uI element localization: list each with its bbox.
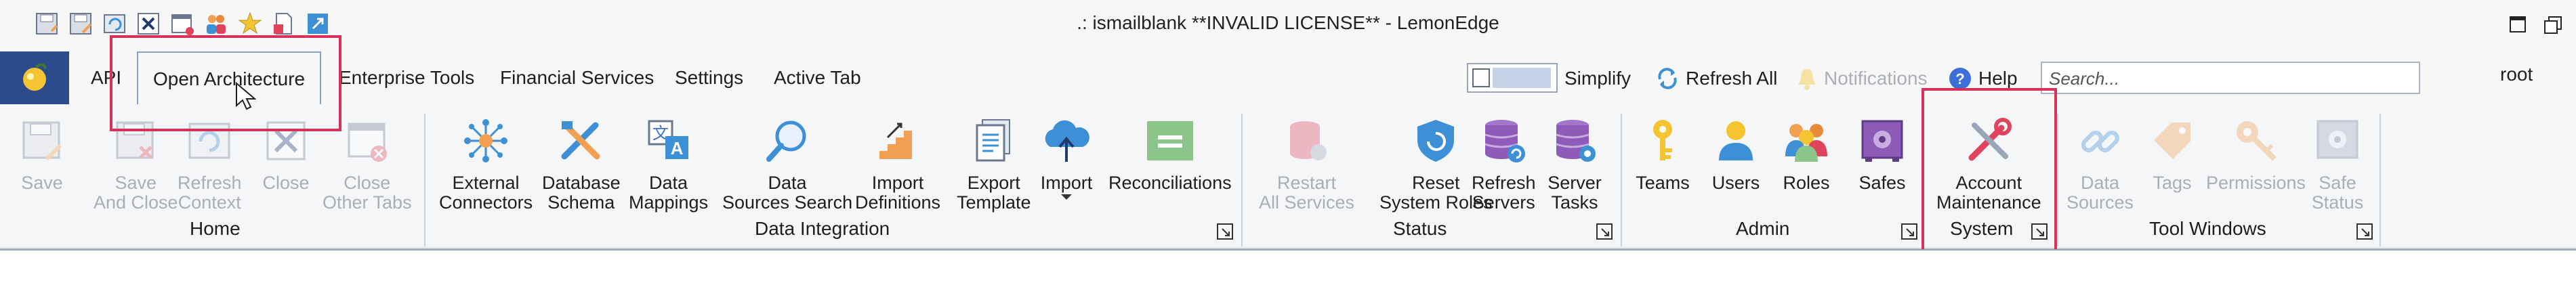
ribbon: Save Save And Close Refresh Context Clos… [0,104,2576,249]
svg-text:A: A [670,138,683,158]
simplify-toggle[interactable] [1467,63,1558,93]
database-schema-button[interactable]: Database Schema [542,112,621,213]
server-tasks-button[interactable]: Server Tasks [1546,112,1603,213]
group-label-tool-windows: Tool Windows [2149,218,2266,239]
cloud-upload-icon [1038,112,1095,169]
user-icon [1707,112,1764,169]
key-icon [1634,112,1691,169]
teams-button[interactable]: Teams [1634,112,1691,193]
stairs-icon [869,112,926,169]
import-dropdown-button[interactable]: Import [1038,112,1095,201]
reconciliations-icon [1142,112,1199,169]
app-menu-button[interactable] [0,51,69,104]
highlight-box-account-maintenance [1921,88,2057,252]
maximize-icon[interactable] [2504,11,2531,38]
database-schema-icon [553,112,610,169]
save-button[interactable]: Save [14,112,70,193]
group-label-admin: Admin [1736,218,1790,239]
lemon-logo-icon [23,63,47,91]
group-separator [424,114,425,246]
external-connectors-icon [457,112,514,169]
bell-icon [1798,69,1816,90]
refresh-all-button[interactable]: Refresh All [1655,64,1777,93]
data-sources-button[interactable]: Data Sources [2066,112,2134,213]
simplify-label: Simplify [1564,68,1632,89]
dialog-launcher-icon[interactable] [1596,223,1613,240]
tag-icon [2144,112,2201,169]
svg-text:?: ? [1955,70,1964,87]
save-icon [14,112,70,169]
tab-active-tab[interactable]: Active Tab [774,51,861,104]
window-controls [2504,11,2567,38]
safe-icon [1854,112,1911,169]
safes-button[interactable]: Safes [1854,112,1911,193]
refresh-servers-button[interactable]: Refresh Servers [1472,112,1536,213]
search-input[interactable]: Search... [2041,62,2420,94]
window-title: .: ismailblank **INVALID LICENSE** - Lem… [1077,12,1499,33]
refresh-all-icon [1658,68,1677,89]
data-sources-search-button[interactable]: Data Sources Search [722,112,852,213]
mouse-cursor-icon [236,81,256,110]
tab-enterprise-tools[interactable]: Enterprise Tools [339,51,474,104]
title-bar: .: ismailblank **INVALID LICENSE** - Lem… [0,0,2576,51]
group-separator [2057,114,2058,246]
key-icon [2228,112,2285,169]
safe-icon [2309,112,2366,169]
chevron-down-icon [1061,194,1072,200]
magnifier-icon [759,112,816,169]
reconciliations-button[interactable]: Reconciliations [1108,112,1232,193]
restart-all-services-button[interactable]: Restart All Services [1259,112,1354,213]
help-label: Help [1978,68,2018,89]
tab-settings[interactable]: Settings [675,51,743,104]
group-label-data-integration: Data Integration [755,218,890,239]
external-connectors-button[interactable]: External Connectors [439,112,533,213]
database-gear-icon [1546,112,1603,169]
restore-icon[interactable] [2539,11,2567,38]
database-restart-icon [1279,112,1335,169]
group-separator [2380,114,2381,246]
import-definitions-button[interactable]: Import Definitions [855,112,940,213]
content-area [0,249,2576,285]
group-label-home: Home [190,218,241,239]
notifications-label: Notifications [1824,68,1928,89]
safe-status-button[interactable]: Safe Status [2309,112,2366,213]
permissions-button[interactable]: Permissions [2206,112,2306,193]
group-separator [1621,114,1622,246]
dialog-launcher-icon[interactable] [2356,223,2373,240]
close-other-tabs-icon [339,112,396,169]
users-button[interactable]: Users [1707,112,1764,193]
database-refresh-icon [1475,112,1532,169]
data-mappings-button[interactable]: 文A Data Mappings [629,112,708,213]
highlight-box-open-architecture [110,35,341,131]
translate-icon: 文A [640,112,697,169]
document-icon [965,112,1022,169]
ribbon-tab-strip: API Open Architecture Enterprise Tools F… [0,51,2576,106]
group-separator [1241,114,1243,246]
refresh-all-label: Refresh All [1686,68,1778,89]
shield-icon [1407,112,1464,169]
tab-financial-services[interactable]: Financial Services [500,51,654,104]
group-icon [1778,112,1835,169]
user-name: root [2500,64,2533,85]
notifications-button[interactable]: Notifications [1795,64,1928,93]
dialog-launcher-icon[interactable] [1217,223,1233,240]
roles-button[interactable]: Roles [1778,112,1835,193]
export-template-button[interactable]: Export Template [957,112,1031,213]
tags-button[interactable]: Tags [2144,112,2201,193]
link-icon [2072,112,2129,169]
dialog-launcher-icon[interactable] [1901,223,1917,240]
group-label-status: Status [1393,218,1447,239]
